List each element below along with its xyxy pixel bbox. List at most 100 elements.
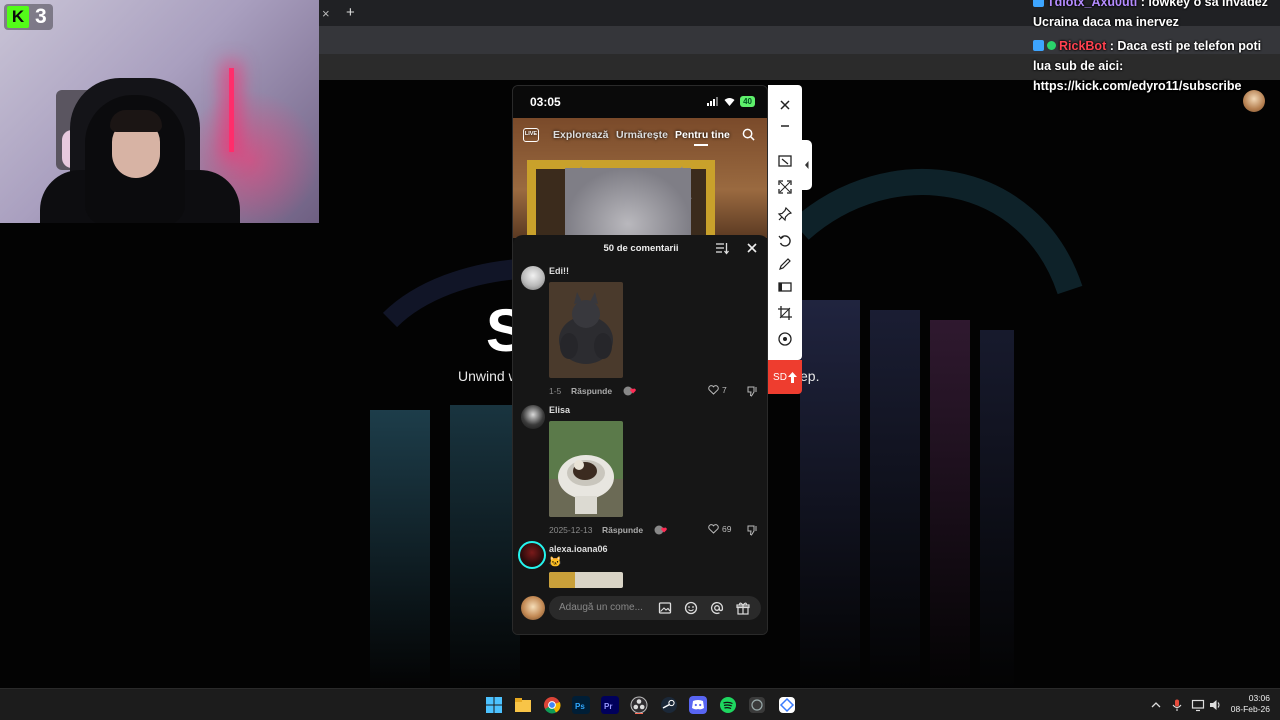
svg-text:Pr: Pr — [604, 702, 612, 711]
webcam-overlay: K 3 — [0, 0, 319, 223]
minimize-icon[interactable] — [777, 118, 793, 134]
heart-icon — [708, 385, 719, 395]
comment-like-button[interactable]: 7 — [708, 385, 727, 395]
app-icon[interactable] — [748, 696, 766, 714]
obs-icon[interactable] — [630, 696, 648, 714]
search-icon[interactable] — [742, 128, 755, 141]
sticker-icon[interactable] — [684, 601, 698, 615]
dislike-icon[interactable] — [746, 385, 758, 397]
chat-message-2: RickBot : Daca esti pe telefon poti — [1033, 36, 1261, 57]
sort-icon[interactable] — [715, 241, 729, 255]
premiere-icon[interactable]: Pr — [601, 696, 619, 714]
webcam-streamer-hair — [110, 110, 162, 132]
spotify-icon[interactable] — [719, 696, 737, 714]
clock-date: 08-Feb-26 — [1230, 704, 1270, 714]
image-attach-icon[interactable] — [658, 601, 672, 615]
hero-subtitle-end: ep. — [800, 368, 820, 384]
new-tab-button[interactable]: + — [346, 4, 355, 21]
tab-close-button[interactable]: × — [322, 6, 330, 21]
comment-avatar[interactable] — [521, 405, 545, 429]
pen-icon[interactable] — [777, 256, 793, 272]
comments-panel: 50 de comentarii Edi!! 1-5 Răspunde 7 El… — [513, 235, 767, 634]
phone-clock: 03:05 — [530, 95, 561, 109]
tab-following[interactable]: Urmărește — [616, 129, 668, 141]
phone-mirror-app-icon[interactable] — [778, 696, 796, 714]
chat-message-2-continued: lua sub de aici: — [1033, 59, 1124, 73]
chat-username: Tdiotx_Axu0uti — [1047, 0, 1138, 9]
gift-icon[interactable] — [736, 601, 750, 615]
chat-text: Daca esti pe telefon poti — [1117, 39, 1262, 53]
tray-expand-icon[interactable] — [1149, 698, 1163, 712]
comment-emoji: 🐱 — [549, 557, 562, 568]
comment-username[interactable]: Edi!! — [549, 266, 569, 276]
quality-label: SD — [773, 371, 787, 383]
viewer-count-badge: K 3 — [4, 4, 53, 30]
discord-icon[interactable] — [689, 696, 707, 714]
chat-separator: : — [1106, 39, 1118, 53]
chat-message-1-continued: Ucraina daca ma inervez — [1033, 15, 1179, 29]
comment-sticker-image[interactable] — [549, 421, 623, 517]
comments-title: 50 de comentarii — [603, 243, 679, 254]
upgrade-arrow-icon — [787, 371, 797, 383]
comment-like-button[interactable]: 69 — [708, 524, 731, 534]
verified-badge-icon — [1047, 41, 1056, 50]
comment-like-count: 69 — [722, 524, 732, 534]
photoshop-icon[interactable]: Ps — [572, 696, 590, 714]
screenshot-icon[interactable] — [777, 153, 793, 169]
comment-input-bar: Adaugă un come... — [513, 588, 767, 634]
rotate-icon[interactable] — [777, 233, 793, 249]
keyboard-icon[interactable] — [777, 279, 793, 295]
comment-avatar[interactable] — [521, 266, 545, 290]
comment-like-count: 7 — [722, 385, 727, 395]
start-menu-icon[interactable] — [485, 696, 503, 714]
taskbar-clock[interactable]: 03:06 08-Feb-26 — [1226, 693, 1270, 715]
webcam-led-bar — [229, 68, 234, 152]
kick-logo-icon: K — [7, 6, 29, 28]
file-explorer-icon[interactable] — [514, 696, 532, 714]
microphone-icon[interactable] — [1170, 698, 1184, 712]
tab-active-indicator — [694, 144, 708, 146]
tiktok-top-nav: LIVE Explorează Urmărește Pentru tine — [513, 122, 767, 148]
comment-date: 1-5 — [549, 386, 562, 396]
comment-input-placeholder: Adaugă un come... — [559, 602, 643, 613]
crop-icon[interactable] — [777, 305, 793, 321]
phone-status-icons: 40 — [707, 96, 755, 107]
tab-explore[interactable]: Explorează — [553, 129, 608, 141]
desktop-screen: × + S Unwind w ep. K 3 Tdiotx_Axu0uti: … — [0, 0, 1280, 720]
close-comments-icon[interactable] — [745, 241, 759, 255]
chrome-icon[interactable] — [543, 696, 561, 714]
chat-user-avatar — [1243, 90, 1265, 112]
mirror-tool-panel — [768, 85, 802, 360]
subscriber-badge-icon — [1033, 40, 1044, 51]
heart-icon — [708, 524, 719, 534]
mention-icon[interactable] — [710, 601, 724, 615]
tab-for-you[interactable]: Pentru tine — [675, 129, 730, 141]
chat-message-2-link[interactable]: https://kick.com/edyro11/subscribe — [1033, 76, 1241, 97]
battery-icon: 40 — [740, 96, 755, 107]
volume-icon[interactable] — [1208, 698, 1222, 712]
network-icon[interactable] — [1191, 698, 1205, 712]
viewer-count: 3 — [35, 5, 47, 28]
fullscreen-icon[interactable] — [777, 179, 793, 195]
close-icon[interactable] — [777, 97, 793, 113]
live-icon[interactable]: LIVE — [523, 128, 539, 142]
hero-subtitle: Unwind w — [458, 368, 519, 384]
comment-reply-button[interactable]: Răspunde — [602, 525, 643, 535]
clock-time: 03:06 — [1248, 693, 1270, 703]
comment-sticker-image[interactable] — [549, 282, 623, 378]
steam-icon[interactable] — [660, 696, 678, 714]
chat-text: lowkey o să invadez — [1148, 0, 1268, 9]
dislike-icon[interactable] — [746, 524, 758, 536]
taskbar: Ps Pr 03:06 08-Feb-26 — [0, 688, 1280, 720]
comment-sticker-image[interactable] — [549, 572, 623, 588]
comment-username[interactable]: Elisa — [549, 405, 570, 415]
comment-input[interactable]: Adaugă un come... — [549, 596, 761, 620]
pin-icon[interactable] — [777, 206, 793, 222]
collapse-arrow-icon — [805, 161, 809, 169]
comment-username[interactable]: alexa.ioana06 — [549, 544, 608, 554]
collapse-panel-tab[interactable] — [802, 140, 812, 190]
comment-avatar-story[interactable] — [518, 541, 546, 569]
record-icon[interactable] — [777, 331, 793, 347]
quality-sd-button[interactable]: SD — [768, 360, 802, 394]
comment-reply-button[interactable]: Răspunde — [571, 386, 612, 396]
